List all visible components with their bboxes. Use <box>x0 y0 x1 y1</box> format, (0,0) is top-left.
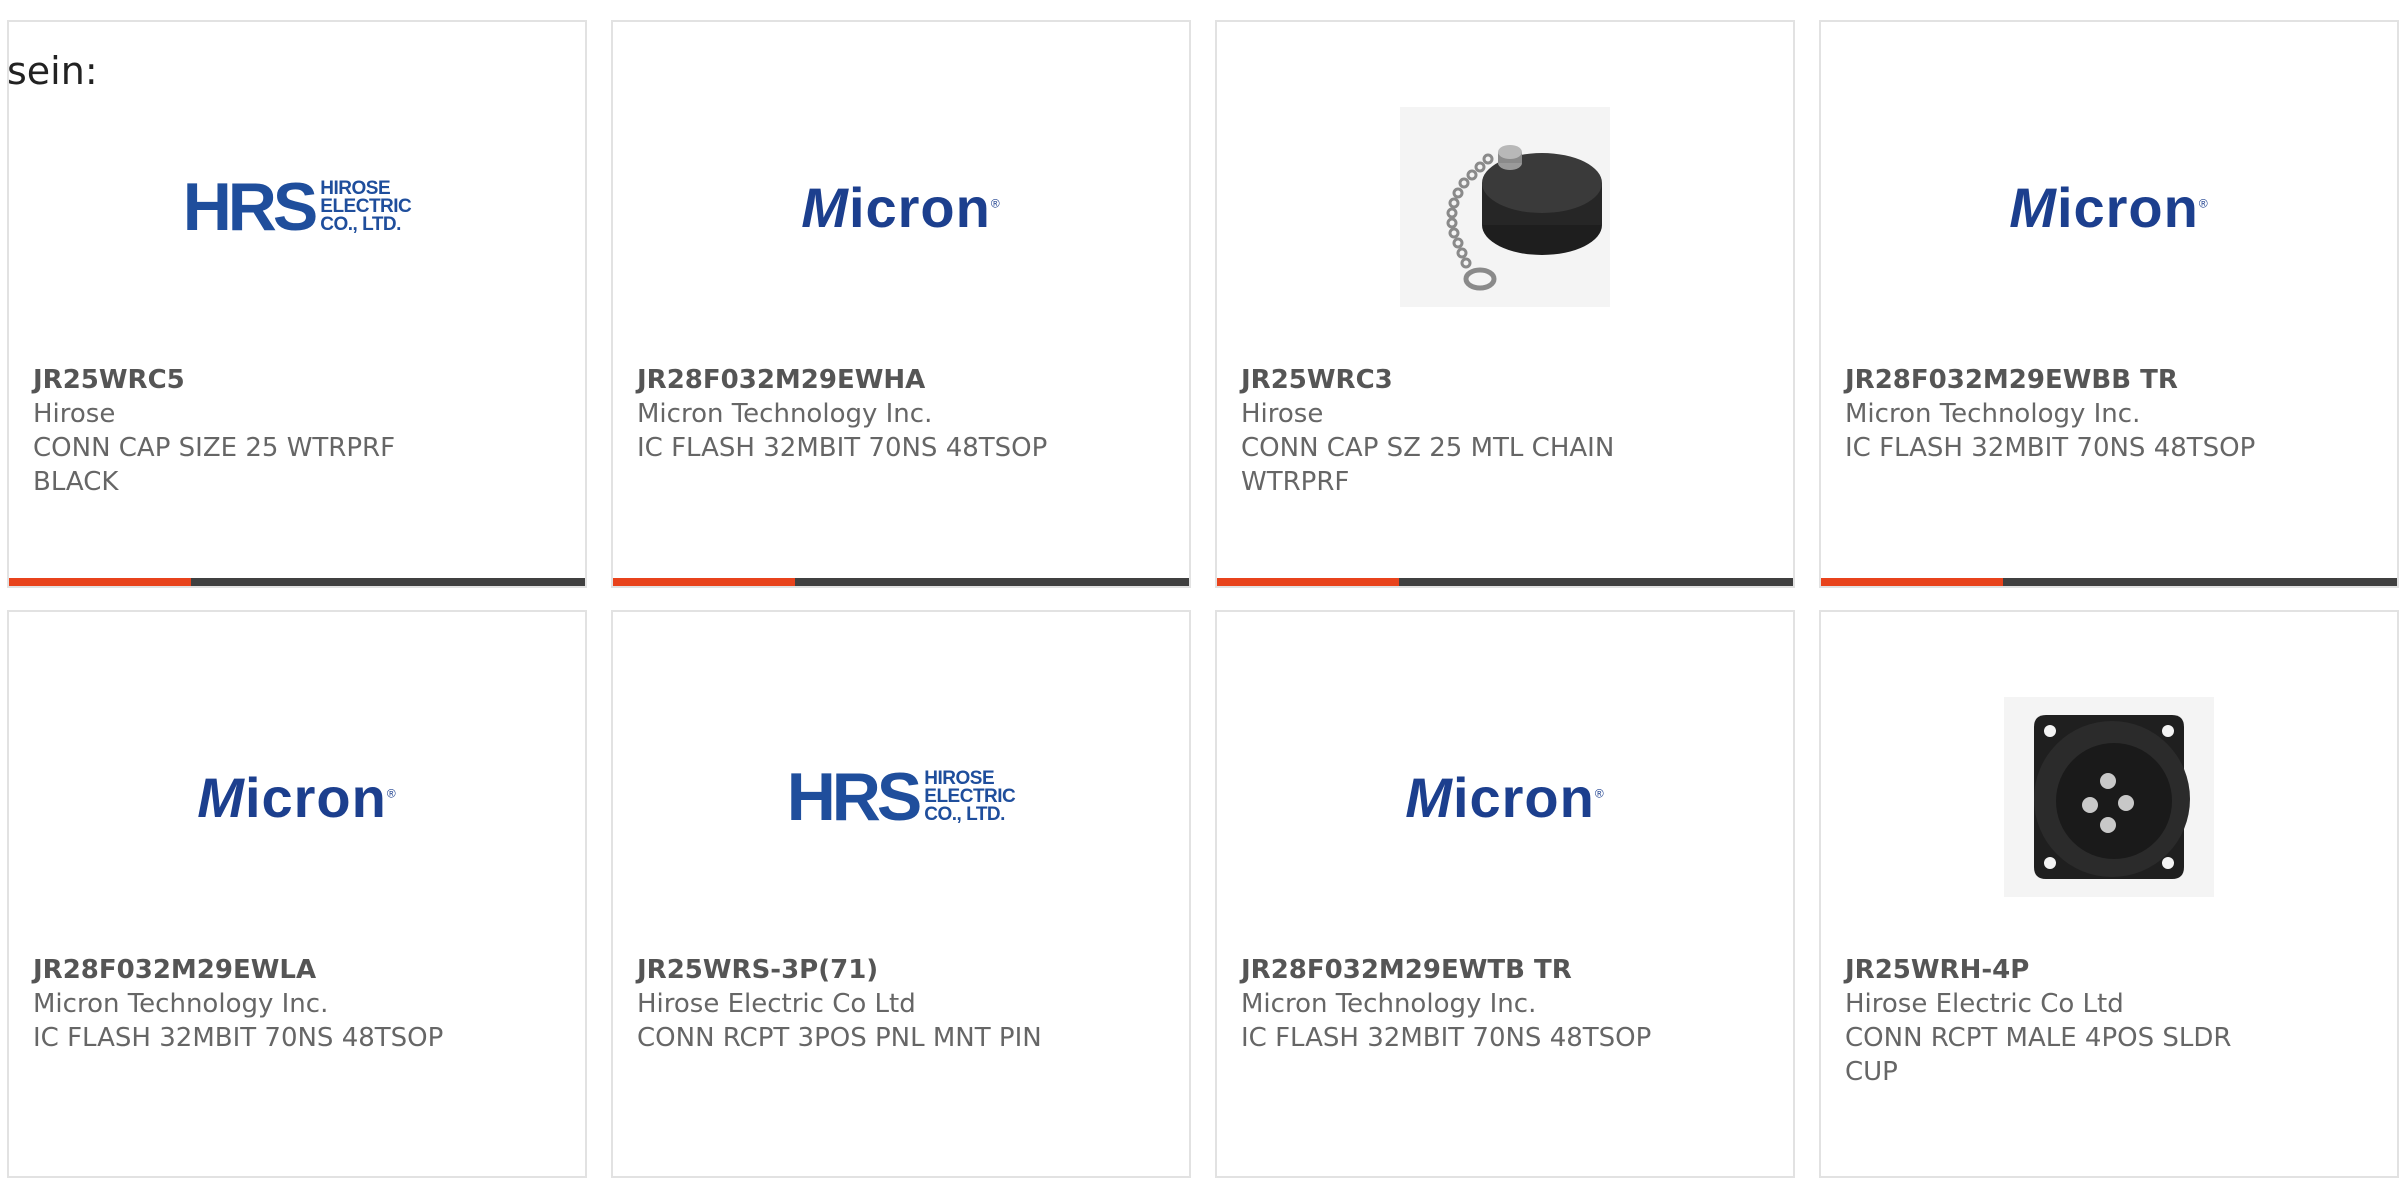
product-card[interactable]: HRS HIROSE ELECTRIC CO., LTD. JR25WRC5 H… <box>7 20 587 588</box>
part-number[interactable]: JR28F032M29EWBB TR <box>1845 363 2373 397</box>
part-number[interactable]: JR25WRC5 <box>33 363 561 397</box>
manufacturer: Hirose <box>33 399 116 429</box>
manufacturer: Micron Technology Inc. <box>33 989 329 1019</box>
product-info: JR25WRC5 Hirose CONN CAP SIZE 25 WTRPRF … <box>33 363 561 499</box>
product-card[interactable]: JR25WRH-4P Hirose Electric Co Ltd CONN R… <box>1819 610 2399 1178</box>
manufacturer: Micron Technology Inc. <box>1845 399 2141 429</box>
product-image: Micron® <box>1217 672 1793 922</box>
card-accent <box>1821 578 2003 586</box>
description: CONN CAP SIZE 25 WTRPRF BLACK <box>33 433 396 497</box>
product-card[interactable]: JR25WRC3 Hirose CONN CAP SZ 25 MTL CHAIN… <box>1215 20 1795 588</box>
product-grid: HRS HIROSE ELECTRIC CO., LTD. JR25WRC5 H… <box>7 20 2399 1178</box>
description: IC FLASH 32MBIT 70NS 48TSOP <box>637 433 1048 463</box>
product-card[interactable]: Micron® JR28F032M29EWTB TR Micron Techno… <box>1215 610 1795 1178</box>
product-image: Micron® <box>1821 82 2397 332</box>
product-card[interactable]: HRS HIROSE ELECTRIC CO., LTD. JR25WRS-3P… <box>611 610 1191 1178</box>
part-number[interactable]: JR28F032M29EWHA <box>637 363 1165 397</box>
product-image <box>1821 672 2397 922</box>
description: CONN CAP SZ 25 MTL CHAIN WTRPRF <box>1241 433 1615 497</box>
hirose-logo: HRS HIROSE ELECTRIC CO., LTD. <box>182 169 412 245</box>
part-number[interactable]: JR28F032M29EWTB TR <box>1241 953 1769 987</box>
part-number[interactable]: JR25WRS-3P(71) <box>637 953 1165 987</box>
product-info: JR28F032M29EWHA Micron Technology Inc. I… <box>637 363 1165 465</box>
description: CONN RCPT MALE 4POS SLDR CUP <box>1845 1023 2232 1087</box>
part-number[interactable]: JR25WRC3 <box>1241 363 1769 397</box>
micron-logo: Micron® <box>197 765 397 829</box>
product-image: Micron® <box>9 672 585 922</box>
manufacturer: Hirose Electric Co Ltd <box>637 989 916 1019</box>
card-accent <box>1217 578 1399 586</box>
product-info: JR28F032M29EWLA Micron Technology Inc. I… <box>33 953 561 1055</box>
part-number[interactable]: JR25WRH-4P <box>1845 953 2373 987</box>
product-info: JR28F032M29EWTB TR Micron Technology Inc… <box>1241 953 1769 1055</box>
manufacturer: Hirose <box>1241 399 1324 429</box>
manufacturer: Micron Technology Inc. <box>637 399 933 429</box>
card-bottom-bar <box>1821 578 2397 586</box>
connector-receptacle-image <box>2004 697 2214 897</box>
truncated-text-fragment: sein: <box>7 49 98 93</box>
micron-logo: Micron® <box>801 175 1001 239</box>
product-image <box>1217 82 1793 332</box>
part-number[interactable]: JR28F032M29EWLA <box>33 953 561 987</box>
product-image: Micron® <box>613 82 1189 332</box>
product-info: JR25WRH-4P Hirose Electric Co Ltd CONN R… <box>1845 953 2373 1089</box>
product-info: JR28F032M29EWBB TR Micron Technology Inc… <box>1845 363 2373 465</box>
micron-logo: Micron® <box>2009 175 2209 239</box>
hirose-logo: HRS HIROSE ELECTRIC CO., LTD. <box>786 759 1016 835</box>
manufacturer: Micron Technology Inc. <box>1241 989 1537 1019</box>
product-card[interactable]: Micron® JR28F032M29EWHA Micron Technolog… <box>611 20 1191 588</box>
cap-with-chain-image <box>1400 107 1610 307</box>
card-accent <box>613 578 795 586</box>
card-bottom-bar <box>613 578 1189 586</box>
description: IC FLASH 32MBIT 70NS 48TSOP <box>33 1023 444 1053</box>
product-card[interactable]: Micron® JR28F032M29EWLA Micron Technolog… <box>7 610 587 1178</box>
card-bottom-bar <box>9 578 585 586</box>
manufacturer: Hirose Electric Co Ltd <box>1845 989 2124 1019</box>
description: IC FLASH 32MBIT 70NS 48TSOP <box>1241 1023 1652 1053</box>
product-card[interactable]: Micron® JR28F032M29EWBB TR Micron Techno… <box>1819 20 2399 588</box>
card-accent <box>9 578 191 586</box>
card-bottom-bar <box>1217 578 1793 586</box>
product-info: JR25WRS-3P(71) Hirose Electric Co Ltd CO… <box>637 953 1165 1055</box>
product-image: HRS HIROSE ELECTRIC CO., LTD. <box>9 82 585 332</box>
product-info: JR25WRC3 Hirose CONN CAP SZ 25 MTL CHAIN… <box>1241 363 1769 499</box>
micron-logo: Micron® <box>1405 765 1605 829</box>
product-image: HRS HIROSE ELECTRIC CO., LTD. <box>613 672 1189 922</box>
description: CONN RCPT 3POS PNL MNT PIN <box>637 1023 1042 1053</box>
description: IC FLASH 32MBIT 70NS 48TSOP <box>1845 433 2256 463</box>
